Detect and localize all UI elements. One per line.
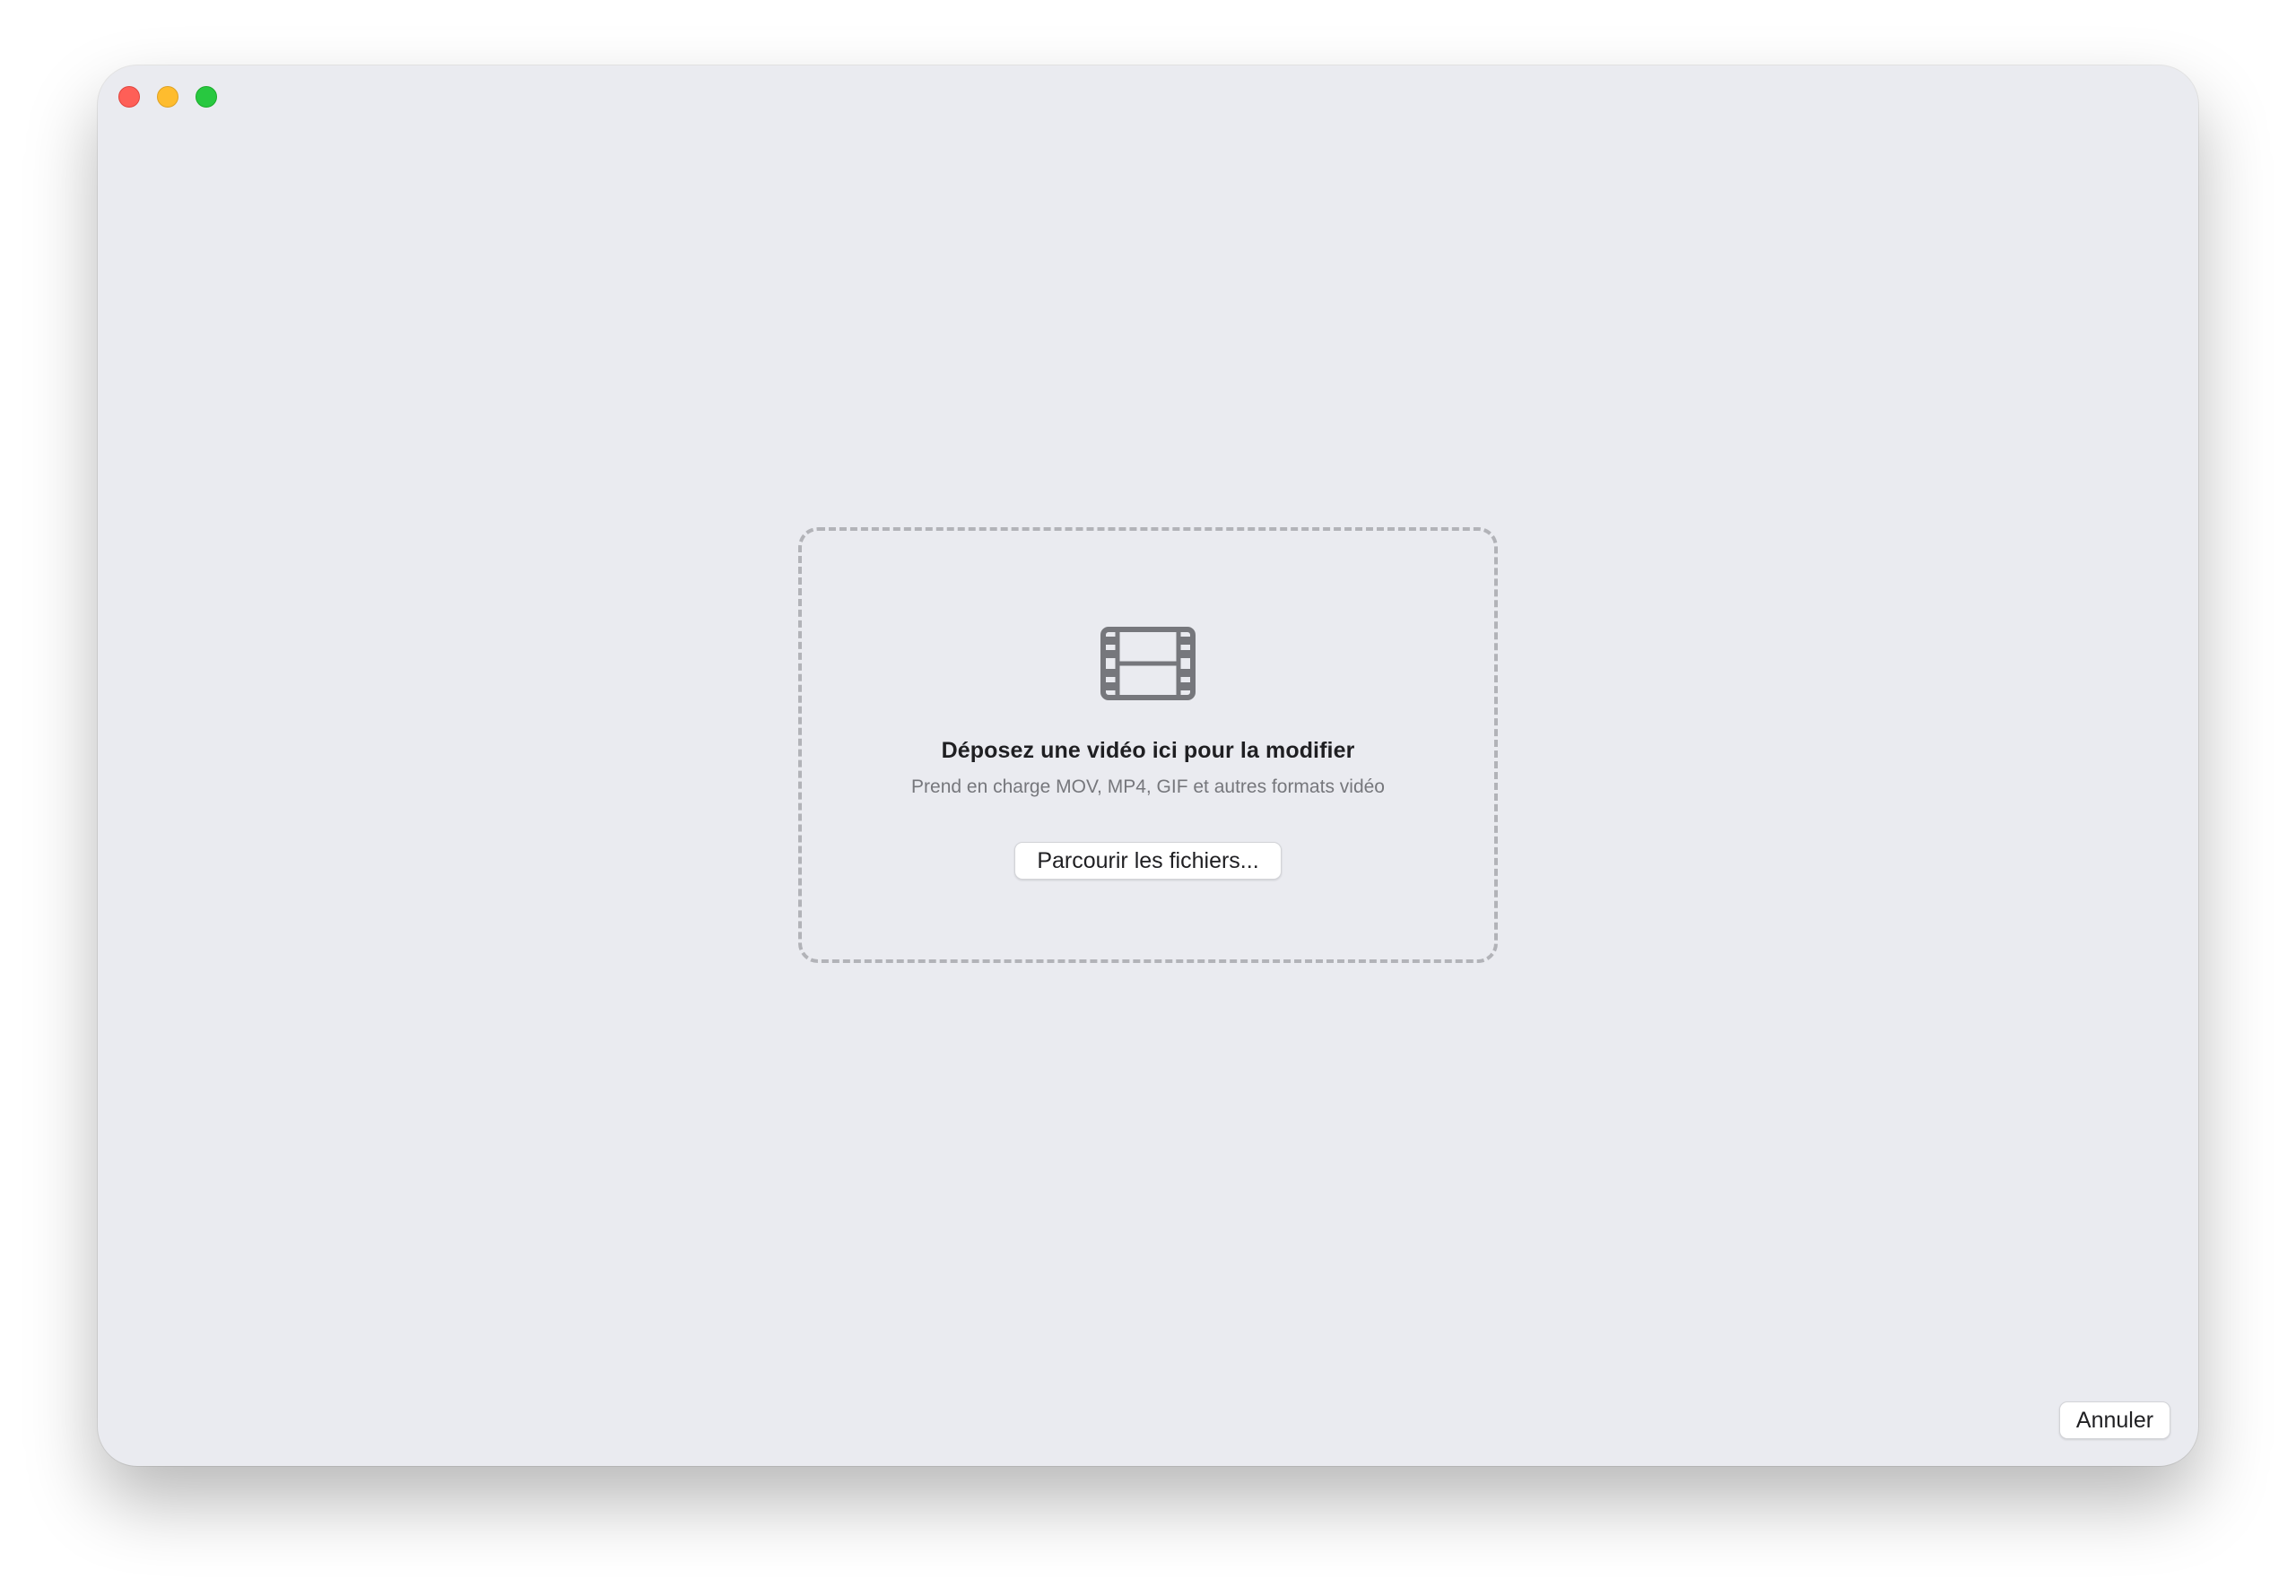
drop-zone-title: Déposez une vidéo ici pour la modifier — [941, 738, 1355, 763]
film-icon — [1100, 627, 1196, 700]
browse-files-button[interactable]: Parcourir les fichiers... — [1014, 842, 1282, 880]
minimize-window-button[interactable] — [157, 86, 178, 108]
window-controls — [118, 86, 217, 108]
cancel-button[interactable]: Annuler — [2059, 1401, 2170, 1439]
video-drop-zone[interactable]: Déposez une vidéo ici pour la modifier P… — [798, 527, 1498, 963]
app-window: Déposez une vidéo ici pour la modifier P… — [98, 65, 2198, 1466]
zoom-window-button[interactable] — [196, 86, 217, 108]
drop-zone-subtitle: Prend en charge MOV, MP4, GIF et autres … — [911, 776, 1385, 797]
close-window-button[interactable] — [118, 86, 140, 108]
